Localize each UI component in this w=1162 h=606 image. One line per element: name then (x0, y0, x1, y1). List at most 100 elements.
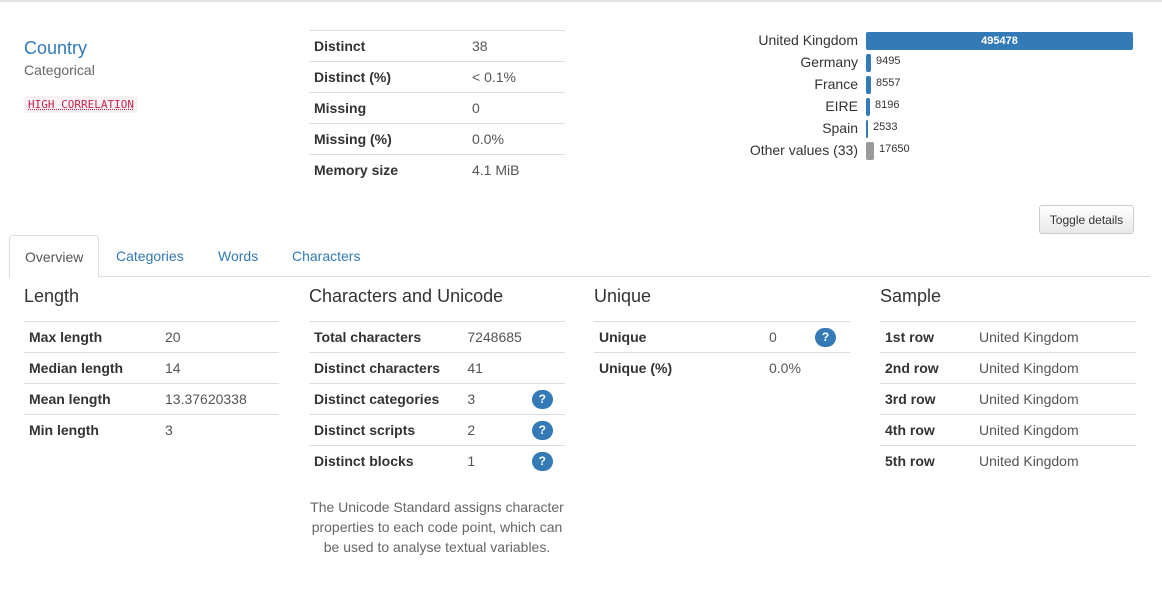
tab-bar: Overview Categories Words Characters (9, 235, 1150, 278)
stat-value: United Kingdom (974, 321, 1136, 353)
stat-label: Distinct (%) (309, 61, 467, 93)
stat-label: Missing (309, 92, 467, 124)
stat-label: 3rd row (880, 383, 974, 415)
stat-value: 3 (160, 414, 279, 445)
stat-label: Min length (24, 414, 160, 445)
frequency-count: 8196 (875, 99, 900, 111)
table-row: Median length 14 (24, 352, 279, 384)
table-row: 4th row United Kingdom (880, 414, 1136, 446)
frequency-row: Spain 2533 (700, 119, 1140, 138)
table-row: Distinct scripts 2? (309, 414, 565, 446)
stat-value: 4.1 MiB (467, 154, 565, 185)
stat-value: United Kingdom (974, 383, 1136, 415)
unique-table: Unique 0? Unique (%) 0.0% (594, 321, 850, 383)
frequency-label: France (814, 76, 858, 92)
frequency-bar (866, 120, 868, 138)
variable-name-link[interactable]: Country (24, 38, 95, 59)
stat-label: 2nd row (880, 352, 974, 384)
variable-type: Categorical (24, 62, 95, 78)
stat-value: 20 (160, 321, 279, 353)
stat-label: Distinct characters (309, 352, 463, 384)
table-row: Mean length 13.37620338 (24, 383, 279, 415)
unicode-title: Characters and Unicode (309, 286, 504, 306)
help-icon[interactable]: ? (815, 327, 836, 347)
table-row: Distinct (%) < 0.1% (309, 61, 565, 93)
table-row: Min length 3 (24, 414, 279, 445)
frequency-count: 8557 (876, 77, 901, 89)
stat-label: Missing (%) (309, 123, 467, 155)
table-row: Max length 20 (24, 321, 279, 353)
help-icon[interactable]: ? (531, 420, 553, 440)
frequency-label: Germany (800, 54, 858, 70)
frequency-label: Spain (822, 120, 858, 136)
stat-label: Unique (%) (594, 352, 764, 383)
stat-value: 13.37620338 (160, 383, 279, 415)
length-table: Max length 20 Median length 14 Mean length… (24, 321, 279, 445)
frequency-row: Other values (33) 17650 (700, 141, 1140, 160)
table-row: Memory size 4.1 MiB (309, 154, 565, 185)
stat-value: 3 (462, 383, 527, 415)
sample-table: 1st row United Kingdom 2nd row United King… (880, 321, 1136, 476)
frequency-count: 2533 (873, 121, 898, 133)
tab-categories[interactable]: Categories (101, 235, 199, 275)
stat-label: Distinct (309, 30, 467, 62)
stat-value: 0.0% (764, 352, 810, 383)
stat-label: Distinct categories (309, 383, 463, 415)
variable-header: Country Categorical (24, 38, 95, 78)
stat-label: 5th row (880, 445, 974, 476)
stat-value: 38 (467, 30, 565, 62)
tab-words[interactable]: Words (203, 235, 273, 275)
frequency-bar (866, 54, 871, 72)
stat-label: Max length (24, 321, 160, 353)
frequency-count: 9495 (876, 55, 901, 67)
stat-value: 41 (462, 352, 527, 384)
table-row: Unique 0? (594, 321, 850, 353)
table-row: Distinct 38 (309, 30, 565, 62)
stat-value: 0.0% (467, 123, 565, 155)
toggle-details-button[interactable]: Toggle details (1039, 205, 1134, 234)
frequency-row: United Kingdom 495478 (700, 31, 1140, 50)
frequency-count: 495478 (981, 35, 1018, 47)
frequency-label: United Kingdom (758, 32, 858, 48)
unicode-note: The Unicode Standard assigns character p… (310, 499, 564, 555)
frequency-row: EIRE 8196 (700, 97, 1140, 116)
stat-label: Mean length (24, 383, 160, 415)
frequency-label: Other values (33) (749, 142, 858, 158)
help-icon[interactable]: ? (531, 389, 553, 409)
frequency-label: EIRE (825, 98, 858, 114)
table-row: 2nd row United Kingdom (880, 352, 1136, 384)
frequency-bar (866, 76, 871, 94)
table-row: 3rd row United Kingdom (880, 383, 1136, 415)
high-correlation-badge[interactable]: HIGH CORRELATION (24, 96, 138, 113)
frequency-bar (866, 142, 874, 160)
length-title: Length (24, 286, 80, 306)
unicode-table: Total characters 7248685 Distinct charact… (309, 321, 565, 476)
table-row: Distinct categories 3? (309, 383, 565, 415)
stat-value: 2 (462, 414, 527, 446)
top-divider (0, 0, 1162, 2)
stat-label: 4th row (880, 414, 974, 446)
unique-title: Unique (594, 286, 652, 306)
table-row: 5th row United Kingdom (880, 445, 1136, 476)
stat-label: Median length (24, 352, 160, 384)
tab-characters[interactable]: Characters (277, 235, 375, 275)
table-row: Missing (%) 0.0% (309, 123, 565, 155)
stat-label: Distinct scripts (309, 414, 463, 446)
sample-title: Sample (880, 286, 942, 306)
stat-value: 0 (467, 92, 565, 124)
table-row: Missing 0 (309, 92, 565, 124)
stat-label: Unique (594, 321, 764, 353)
table-row: Total characters 7248685 (309, 321, 565, 353)
stat-label: 1st row (880, 321, 974, 353)
stat-value: 0 (764, 321, 810, 353)
frequency-bar (866, 98, 870, 116)
stat-value: United Kingdom (974, 445, 1136, 476)
table-row: 1st row United Kingdom (880, 321, 1136, 353)
stat-value: < 0.1% (467, 61, 565, 93)
frequency-count: 17650 (879, 143, 910, 155)
help-icon[interactable]: ? (531, 451, 553, 471)
stat-value: United Kingdom (974, 352, 1136, 384)
frequency-row: France 8557 (700, 75, 1140, 94)
stat-label: Memory size (309, 154, 467, 185)
tab-overview[interactable]: Overview (9, 235, 100, 278)
